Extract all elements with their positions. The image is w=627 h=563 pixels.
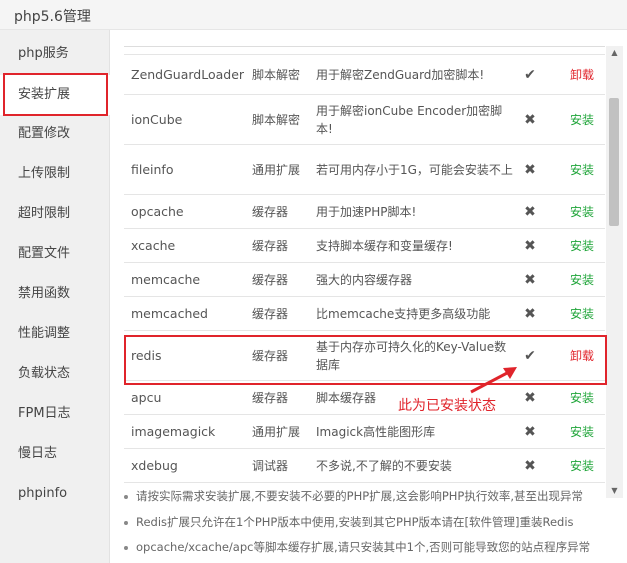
table-row: xcache 缓存器 支持脚本缓存和变量缓存! ✖ 安装 xyxy=(124,229,605,263)
ext-description: 支持脚本缓存和变量缓存! xyxy=(316,238,453,253)
ext-type: 缓存器 xyxy=(252,239,289,253)
table-row: apcu 缓存器 脚本缓存器 ✖ 安装 xyxy=(124,381,605,415)
table-row: opcache 缓存器 用于加速PHP脚本! ✖ 安装 xyxy=(124,195,605,229)
check-icon: ✔ xyxy=(524,66,536,83)
ext-type: 缓存器 xyxy=(252,307,289,321)
install-button[interactable]: 安装 xyxy=(564,263,600,296)
table-scrollbar[interactable]: ▲ ▼ xyxy=(606,46,623,498)
ext-description: 用于解密ZendGuard加密脚本! xyxy=(316,67,485,82)
ext-type: 缓存器 xyxy=(252,391,289,405)
table-row: ionCube 脚本解密 用于解密ionCube Encoder加密脚本! ✖ … xyxy=(124,95,605,145)
cross-icon: ✖ xyxy=(524,423,536,440)
scroll-up-icon[interactable]: ▲ xyxy=(606,46,623,60)
sidebar-item-disabled-functions[interactable]: 禁用函数 xyxy=(0,274,110,314)
table-row: imagemagick 通用扩展 Imagick高性能图形库 ✖ 安装 xyxy=(124,415,605,449)
install-button[interactable]: 安装 xyxy=(564,95,600,144)
sidebar-item-phpinfo[interactable]: phpinfo xyxy=(0,474,110,514)
ext-type: 通用扩展 xyxy=(252,163,301,177)
ext-description: 强大的内容缓存器 xyxy=(316,272,413,287)
note-item: Redis扩展只允许在1个PHP版本中使用,安装到其它PHP版本请在[软件管理]… xyxy=(124,514,574,530)
table-row: memcache 缓存器 强大的内容缓存器 ✖ 安装 xyxy=(124,263,605,297)
ext-type: 脚本解密 xyxy=(252,68,301,82)
sidebar-item-config-file[interactable]: 配置文件 xyxy=(0,234,110,274)
ext-name: ionCube xyxy=(131,112,183,127)
ext-description: Imagick高性能图形库 xyxy=(316,424,436,439)
table-row: xdebug 调试器 不多说,不了解的不要安装 ✖ 安装 xyxy=(124,449,605,483)
install-button[interactable]: 安装 xyxy=(564,381,600,414)
ext-description: 比memcache支持更多高级功能 xyxy=(316,306,491,321)
install-button[interactable]: 安装 xyxy=(564,229,600,262)
sidebar-item-config-edit[interactable]: 配置修改 xyxy=(0,114,110,154)
install-button[interactable]: 安装 xyxy=(564,449,600,482)
sidebar-item-fpm-log[interactable]: FPM日志 xyxy=(0,394,110,434)
table-row: memcached 缓存器 比memcache支持更多高级功能 ✖ 安装 xyxy=(124,297,605,331)
window-header: php5.6管理 xyxy=(0,0,627,30)
install-button[interactable]: 安装 xyxy=(564,297,600,330)
sidebar-item-upload-limit[interactable]: 上传限制 xyxy=(0,154,110,194)
ext-type: 缓存器 xyxy=(252,273,289,287)
ext-description: 用于加速PHP脚本! xyxy=(316,204,417,219)
redis-row-highlight xyxy=(124,335,607,385)
table-row xyxy=(124,47,605,55)
ext-name: imagemagick xyxy=(131,424,216,439)
ext-type: 缓存器 xyxy=(252,205,289,219)
install-button[interactable]: 安装 xyxy=(564,145,600,194)
extensions-table: ZendGuardLoader 脚本解密 用于解密ZendGuard加密脚本! … xyxy=(124,46,605,498)
sidebar-item-php-service[interactable]: php服务 xyxy=(0,34,110,74)
cross-icon: ✖ xyxy=(524,271,536,288)
ext-name: xdebug xyxy=(131,458,178,473)
active-item-highlight xyxy=(3,73,108,116)
note-item: 请按实际需求安装扩展,不要安装不必要的PHP扩展,这会影响PHP执行效率,甚至出… xyxy=(124,488,583,504)
sidebar-item-load-status[interactable]: 负载状态 xyxy=(0,354,110,394)
annotation-arrow-icon xyxy=(470,367,517,394)
ext-name: memcache xyxy=(131,272,201,287)
scrollbar-thumb[interactable] xyxy=(609,98,619,226)
note-item: opcache/xcache/apc等脚本缓存扩展,请只安装其中1个,否则可能导… xyxy=(124,539,590,555)
annotation-label: 此为已安装状态 xyxy=(398,398,496,414)
ext-name: memcached xyxy=(131,306,208,321)
table-row: fileinfo 通用扩展 若可用内存小于1G，可能会安装不上 ✖ 安装 xyxy=(124,145,605,195)
ext-name: apcu xyxy=(131,390,162,405)
install-button[interactable]: 安装 xyxy=(564,195,600,228)
uninstall-button[interactable]: 卸载 xyxy=(564,55,600,94)
cross-icon: ✖ xyxy=(524,305,536,322)
ext-type: 调试器 xyxy=(252,459,289,473)
table-row: ZendGuardLoader 脚本解密 用于解密ZendGuard加密脚本! … xyxy=(124,55,605,95)
ext-description: 用于解密ionCube Encoder加密脚本! xyxy=(316,103,503,136)
sidebar-item-timeout-limit[interactable]: 超时限制 xyxy=(0,194,110,234)
help-notes: 请按实际需求安装扩展,不要安装不必要的PHP扩展,这会影响PHP执行效率,甚至出… xyxy=(110,480,627,563)
ext-name: xcache xyxy=(131,238,176,253)
install-button[interactable]: 安装 xyxy=(564,415,600,448)
ext-description: 不多说,不了解的不要安装 xyxy=(316,458,452,473)
ext-description: 若可用内存小于1G，可能会安装不上 xyxy=(316,162,513,177)
cross-icon: ✖ xyxy=(524,237,536,254)
ext-type: 脚本解密 xyxy=(252,113,301,127)
sidebar: php服务 安装扩展 配置修改 上传限制 超时限制 配置文件 禁用函数 性能调整… xyxy=(0,30,110,563)
cross-icon: ✖ xyxy=(524,161,536,178)
sidebar-item-performance[interactable]: 性能调整 xyxy=(0,314,110,354)
ext-name: ZendGuardLoader xyxy=(131,67,245,82)
ext-name xyxy=(131,47,251,54)
cross-icon: ✖ xyxy=(524,203,536,220)
ext-type: 通用扩展 xyxy=(252,425,301,439)
ext-name: fileinfo xyxy=(131,162,174,177)
cross-icon: ✖ xyxy=(524,111,536,128)
ext-name: opcache xyxy=(131,204,184,219)
cross-icon: ✖ xyxy=(524,457,536,474)
sidebar-item-slow-log[interactable]: 慢日志 xyxy=(0,434,110,474)
window-title: php5.6管理 xyxy=(14,9,91,25)
